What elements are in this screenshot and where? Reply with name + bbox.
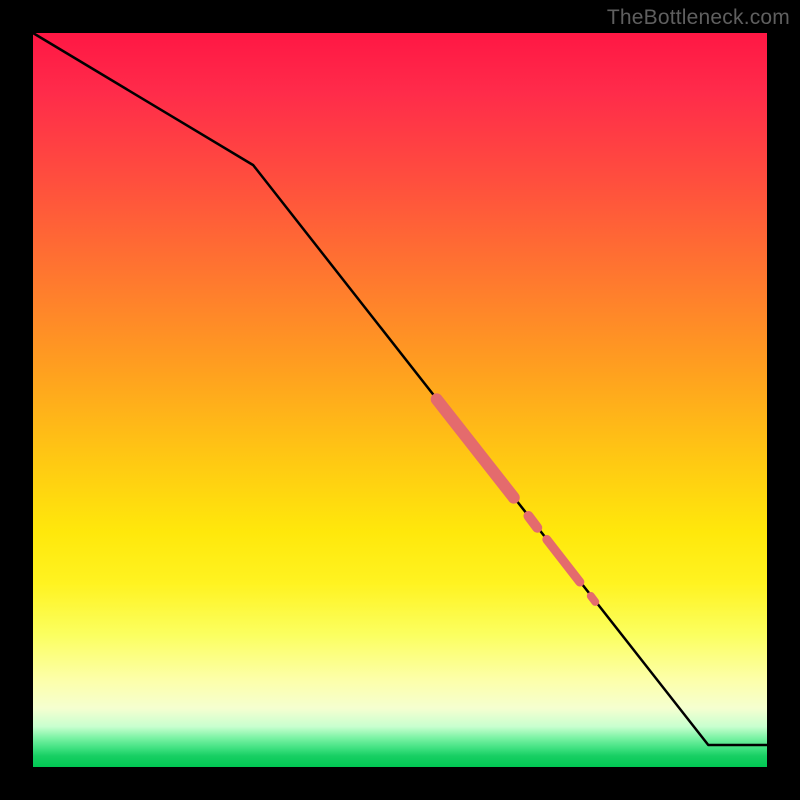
- chart-highlight-segments: [437, 399, 596, 602]
- chart-svg: [33, 33, 767, 767]
- chart-plot-area: [33, 33, 767, 767]
- chart-curve: [33, 33, 767, 745]
- chart-frame: TheBottleneck.com: [0, 0, 800, 800]
- watermark-text: TheBottleneck.com: [607, 6, 790, 30]
